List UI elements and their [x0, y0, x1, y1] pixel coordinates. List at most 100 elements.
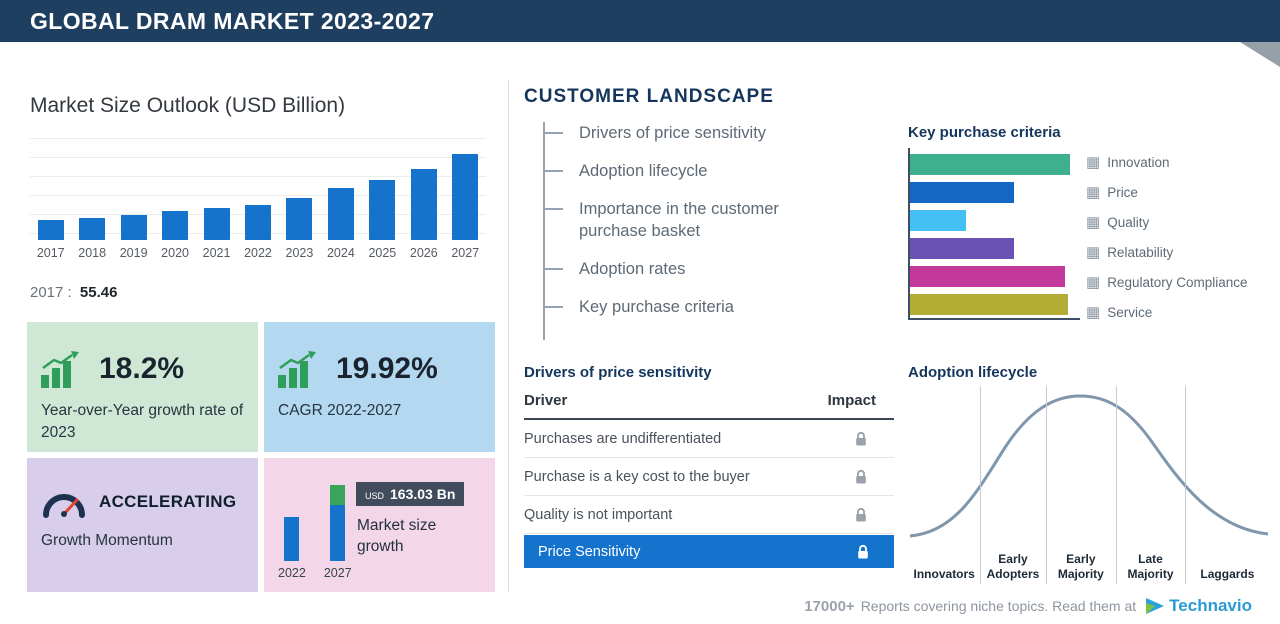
- yoy-growth-card: 18.2% Year-over-Year growth rate of 2023: [27, 322, 258, 452]
- mini-bar-year-label: 2027: [323, 566, 352, 580]
- legend-swatch-icon: ▦: [1086, 184, 1101, 201]
- currency-label: USD: [365, 491, 385, 501]
- customer-landscape-title: CUSTOMER LANDSCAPE: [524, 86, 774, 107]
- bar-year-label: 2023: [285, 246, 314, 260]
- size-growth-label: Market size growth: [357, 517, 437, 555]
- page-title: GLOBAL DRAM MARKET 2023-2027: [30, 8, 435, 34]
- adoption-lifecycle-chart: Innovators Early Adopters Early Majority…: [908, 386, 1270, 584]
- market-bar-column: 2017: [30, 138, 71, 260]
- legend-item: ▦ Innovation: [1086, 152, 1248, 173]
- stage-label: Early Majority: [1057, 552, 1104, 581]
- bar-2021: [203, 208, 230, 240]
- growth-amount: 163.03 Bn: [390, 486, 456, 502]
- list-item: Drivers of price sensitivity: [545, 122, 833, 144]
- report-count: 17000+: [804, 597, 855, 615]
- brand-name: Technavio: [1169, 596, 1252, 615]
- market-bar-column: 2022: [237, 138, 278, 260]
- bar-2022: [244, 205, 271, 240]
- bar-2018: [79, 218, 106, 240]
- market-bar-column: 2024: [320, 138, 361, 260]
- market-bar-column: 2023: [279, 138, 320, 260]
- key-purchase-criteria-title: Key purchase criteria: [908, 124, 1061, 141]
- legend-label: Price: [1107, 185, 1138, 200]
- table-header-row: Driver Impact: [524, 392, 894, 420]
- list-item: Adoption lifecycle: [545, 160, 833, 182]
- yoy-label: Year-over-Year growth rate of 2023: [41, 402, 244, 441]
- bar-growth-icon: [41, 351, 79, 388]
- mini-bar-2027: [330, 485, 346, 561]
- momentum-label: Growth Momentum: [41, 532, 173, 549]
- mini-growth-chart: 2022 2027: [278, 485, 352, 580]
- legend-label: Service: [1107, 305, 1153, 320]
- market-size-title: Market Size Outlook (USD Billion): [30, 94, 346, 117]
- table-row: Quality is not important: [524, 496, 894, 534]
- market-bar-column: 2026: [403, 138, 444, 260]
- market-bar-column: 2021: [196, 138, 237, 260]
- technavio-logo-icon: [1146, 598, 1165, 614]
- header: GLOBAL DRAM MARKET 2023-2027: [0, 0, 1280, 42]
- bar-2024: [327, 188, 354, 240]
- kpc-bars: [910, 154, 1080, 315]
- legend-item: ▦ Regulatory Compliance: [1086, 272, 1248, 293]
- momentum-card: ACCELERATING Growth Momentum: [27, 458, 258, 592]
- market-bar-column: 2019: [113, 138, 154, 260]
- page-fold-decoration: [1240, 42, 1280, 67]
- cagr-label: CAGR 2022-2027: [278, 402, 402, 419]
- yoy-value: 18.2%: [99, 352, 185, 385]
- list-item: Importance in the customer purchase bask…: [545, 198, 833, 242]
- customer-landscape-list: Drivers of price sensitivity Adoption li…: [543, 122, 833, 340]
- legend-item: ▦ Relatability: [1086, 242, 1248, 263]
- bar-year-label: 2018: [78, 246, 107, 260]
- bell-curve: [909, 394, 1269, 538]
- bar-year-label: 2026: [409, 246, 438, 260]
- bar-year-label: 2022: [244, 246, 272, 260]
- footer: 17000+ Reports covering niche topics. Re…: [804, 596, 1252, 616]
- price-sensitivity-highlight-row: Price Sensitivity: [524, 535, 894, 568]
- bar-year-label: 2019: [119, 246, 148, 260]
- lock-icon: [856, 431, 866, 445]
- momentum-value: ACCELERATING: [99, 492, 237, 511]
- bar-year-label: 2024: [326, 246, 355, 260]
- bar-year-label: 2025: [368, 246, 397, 260]
- driver-column-header: Driver: [524, 392, 568, 409]
- technavio-logo[interactable]: Technavio: [1146, 596, 1252, 616]
- market-bar-column: 2027: [445, 138, 486, 260]
- key-purchase-criteria-chart: [908, 148, 1080, 320]
- impact-column-header: Impact: [827, 392, 876, 409]
- price-sensitivity-title: Drivers of price sensitivity: [524, 364, 712, 381]
- bar-year-label: 2017: [36, 246, 65, 260]
- bar-2020: [162, 211, 189, 240]
- base-year-label: 2017 :: [30, 284, 72, 301]
- legend-swatch-icon: ▦: [1086, 244, 1101, 261]
- market-size-bars: 2017 2018 2019 2020 2021 2022 2023 2024 2025 2026…: [30, 138, 486, 260]
- legend-item: ▦ Quality: [1086, 212, 1248, 233]
- kpc-legend: ▦ Innovation ▦ Price ▦ Quality ▦ Relatabilit…: [1086, 152, 1248, 332]
- column-divider: [508, 80, 509, 592]
- bar-2019: [120, 215, 147, 240]
- usd-value-badge: USD 163.03 Bn: [356, 482, 465, 506]
- market-size-growth-card: 2022 2027 USD 163.03 Bn Market size grow…: [264, 458, 495, 592]
- bar-2017: [37, 220, 64, 240]
- bar-2025: [369, 180, 396, 240]
- legend-item: ▦ Service: [1086, 302, 1248, 323]
- lock-icon: [858, 544, 868, 558]
- adoption-lifecycle-title: Adoption lifecycle: [908, 364, 1038, 381]
- stage-labels: Innovators Early Adopters Early Majority…: [908, 552, 1270, 582]
- footer-text: Reports covering niche topics. Read them…: [860, 598, 1137, 614]
- bar-year-label: 2021: [202, 246, 231, 260]
- criteria-bar-relatability: [910, 238, 1014, 259]
- legend-swatch-icon: ▦: [1086, 214, 1101, 231]
- lock-icon: [856, 507, 866, 521]
- legend-label: Relatability: [1107, 245, 1174, 260]
- cagr-value: 19.92%: [336, 352, 438, 385]
- driver-cell: Purchase is a key cost to the buyer: [524, 468, 750, 485]
- mini-bar-year-label: 2022: [278, 566, 306, 580]
- driver-cell: Purchases are undifferentiated: [524, 430, 722, 447]
- legend-swatch-icon: ▦: [1086, 154, 1101, 171]
- criteria-bar-quality: [910, 210, 966, 231]
- base-year-value: 55.46: [79, 284, 118, 301]
- legend-swatch-icon: ▦: [1086, 304, 1101, 321]
- list-item: Adoption rates: [545, 258, 833, 280]
- driver-cell: Price Sensitivity: [538, 543, 641, 560]
- stage-label: Late Majority: [1127, 552, 1174, 581]
